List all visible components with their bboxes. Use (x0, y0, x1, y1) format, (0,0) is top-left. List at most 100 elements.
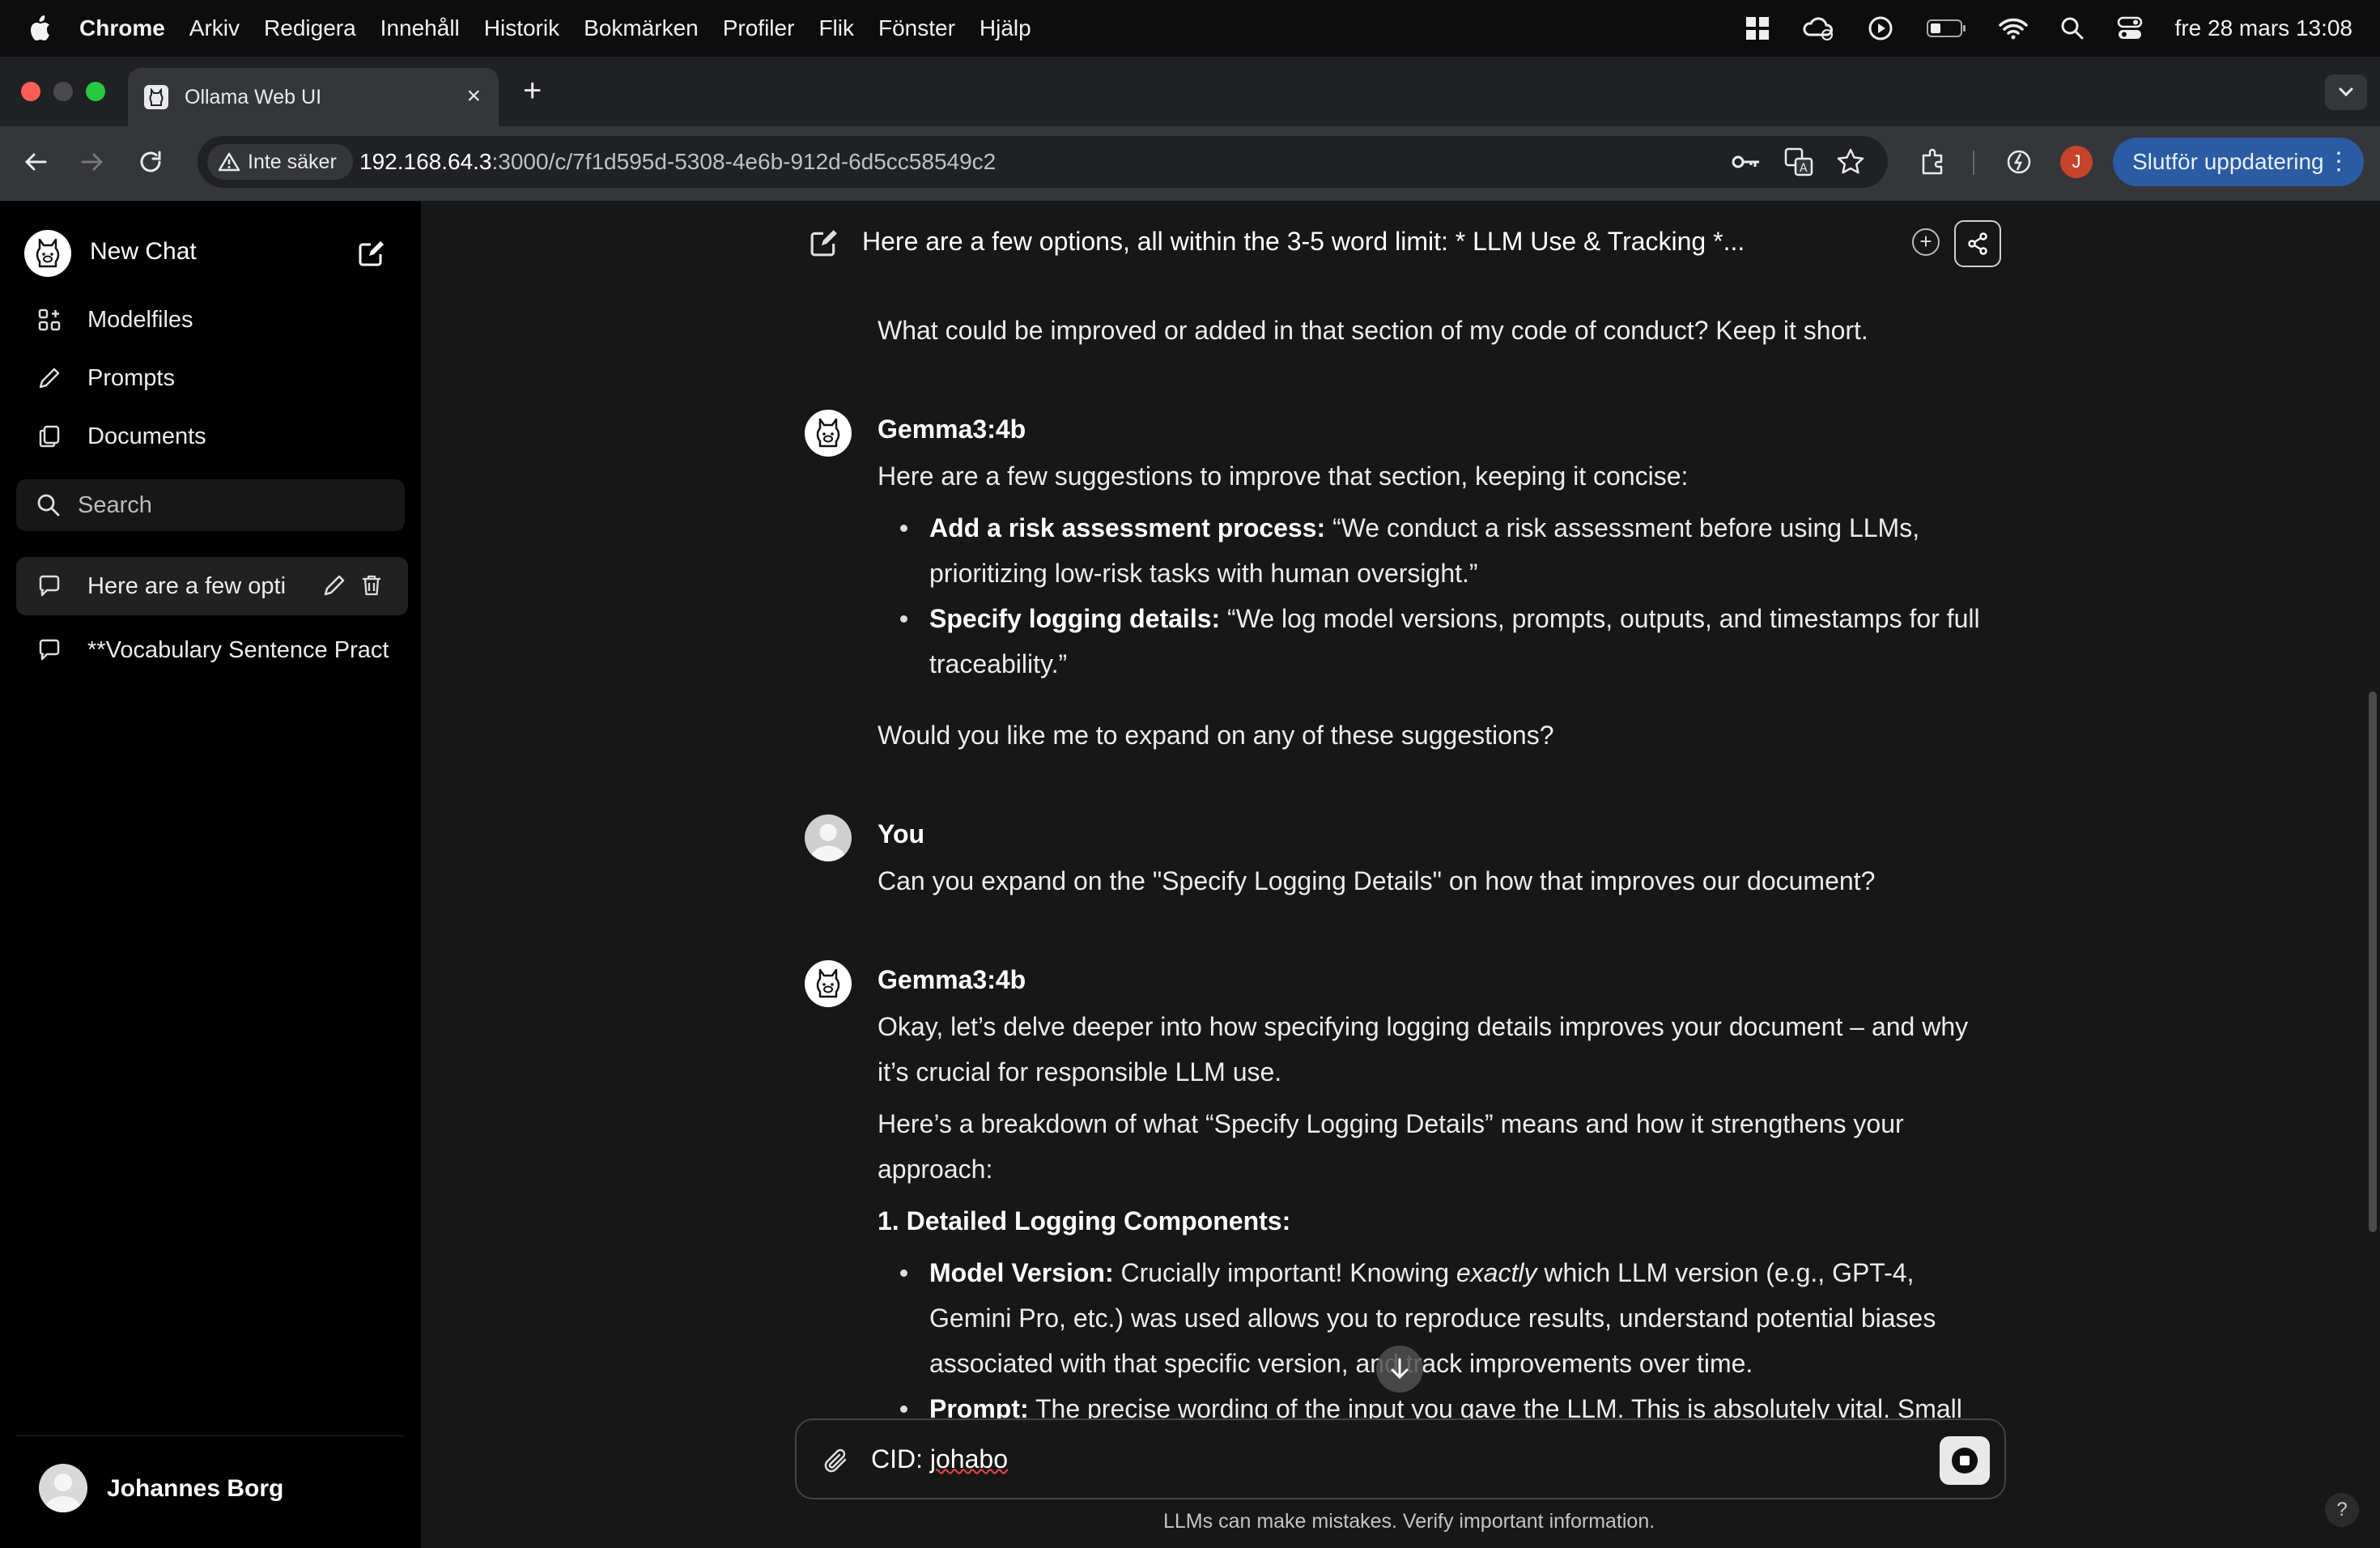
user-message-text: Can you expand on the "Specify Logging D… (878, 866, 1876, 895)
security-chip[interactable]: Inte säker (207, 144, 353, 180)
list-item-emphasis: exactly (1456, 1258, 1537, 1287)
wifi-icon[interactable] (1998, 17, 2028, 40)
stop-generation-button[interactable] (1940, 1436, 1990, 1485)
message-input-text: CID: johabo (871, 1444, 1008, 1474)
rename-chat-icon[interactable] (322, 573, 346, 598)
user-avatar[interactable] (39, 1464, 87, 1512)
reload-icon[interactable] (136, 147, 165, 176)
close-tab-icon[interactable]: × (466, 84, 481, 108)
extensions-icon[interactable] (1919, 147, 1948, 176)
user-name[interactable]: Johannes Borg (107, 1475, 283, 1503)
chat-bubble-icon (36, 572, 63, 600)
menu-app-name[interactable]: Chrome (79, 15, 165, 41)
chat-list-item[interactable]: Here are a few opti (16, 558, 291, 615)
chat-bubble-icon (36, 636, 63, 664)
menu-historik[interactable]: Historik (484, 15, 559, 41)
toolbar-divider (1973, 151, 1974, 175)
bookmark-star-icon[interactable] (1836, 147, 1865, 176)
window-close-button[interactable] (21, 82, 40, 101)
arrow-down-icon (1391, 1358, 1409, 1380)
list-item-text: “We log model versions, prompts, outputs… (1227, 604, 1980, 633)
sidebar-item-label: Modelfiles (87, 306, 193, 333)
pencil-icon (36, 364, 63, 392)
apple-icon[interactable] (28, 15, 52, 42)
menu-innehall[interactable]: Innehåll (380, 15, 460, 41)
battery-icon[interactable] (1926, 18, 1966, 39)
input-prefix: CID: (871, 1444, 930, 1474)
list-item: Add a risk assessment process: “We condu… (929, 505, 1919, 551)
bot-message-text: approach: (878, 1155, 993, 1184)
scroll-to-bottom-button[interactable] (1376, 1346, 1423, 1393)
share-button[interactable] (1954, 220, 2001, 267)
tab-search-button[interactable] (2325, 74, 2367, 110)
play-icon[interactable] (1868, 15, 1893, 41)
add-icon[interactable]: + (1912, 228, 1940, 256)
search-input[interactable]: Search (16, 479, 405, 531)
profile-avatar[interactable]: J (2060, 146, 2093, 178)
menu-arkiv[interactable]: Arkiv (189, 15, 240, 41)
window-maximize-button[interactable] (86, 82, 105, 101)
chat-title: Here are a few opti (87, 572, 287, 599)
finish-update-button[interactable]: Slutför uppdatering ⋮ (2113, 138, 2364, 186)
chat-title: **Vocabulary Sentence Pract (87, 636, 389, 663)
menu-profiler[interactable]: Profiler (723, 15, 795, 41)
kebab-menu-icon: ⋮ (2327, 148, 2351, 175)
list-item-text: “We conduct a risk assessment before usi… (1332, 513, 1920, 542)
menu-redigera[interactable]: Redigera (264, 15, 356, 41)
documents-icon (36, 423, 63, 450)
compose-icon[interactable] (810, 228, 839, 257)
cloud-sync-icon[interactable] (1802, 15, 1835, 41)
scrollbar[interactable] (2369, 691, 2377, 1232)
ollama-favicon (144, 85, 168, 109)
list-item: Specify logging details: “We log model v… (929, 596, 1980, 641)
password-key-icon[interactable] (1731, 151, 1762, 173)
window-minimize-button[interactable] (53, 82, 73, 101)
sidebar-item-documents[interactable]: Documents (16, 408, 408, 465)
compose-icon[interactable] (358, 240, 385, 267)
finish-update-label: Slutför uppdatering (2132, 149, 2324, 174)
list-item-text: Crucially important! Knowing (1120, 1258, 1449, 1287)
list-item-continuation: traceability.” (929, 649, 1068, 678)
search-placeholder: Search (78, 492, 152, 518)
bot-message-text: Here are a few suggestions to improve th… (878, 461, 1689, 491)
message-input[interactable]: CID: johabo (795, 1418, 2006, 1499)
sidebar-item-label: Documents (87, 423, 206, 449)
spotlight-search-icon[interactable] (2060, 16, 2085, 40)
window-grid-icon[interactable] (1745, 15, 1770, 41)
list-item: Prompt: The precise wording of the input… (929, 1386, 1962, 1418)
stop-icon (1952, 1448, 1978, 1474)
browser-tab-active[interactable]: Ollama Web UI × (128, 68, 499, 126)
macos-menubar: Chrome Arkiv Redigera Innehåll Historik … (0, 0, 2380, 57)
menu-flik[interactable]: Flik (818, 15, 854, 41)
menu-hjalp[interactable]: Hjälp (980, 15, 1031, 41)
menu-fonster[interactable]: Fönster (878, 15, 955, 41)
sidebar-item-modelfiles[interactable]: Modelfiles (16, 291, 408, 348)
url-text[interactable]: 192.168.64.3:3000/c/7f1d595d-5308-4e6b-9… (359, 146, 996, 178)
chat-list-item[interactable]: **Vocabulary Sentence Pract (16, 622, 408, 678)
bot-message-text: it’s crucial for responsible LLM use. (878, 1057, 1282, 1087)
translate-icon[interactable]: A (1784, 147, 1813, 176)
new-chat-button[interactable]: New Chat (90, 238, 197, 266)
back-icon[interactable] (21, 147, 50, 176)
delete-chat-icon[interactable] (359, 573, 384, 598)
section-heading: 1. Detailed Logging Components: (878, 1206, 1291, 1235)
control-center-icon[interactable] (2117, 16, 2143, 40)
bot-name: Gemma3:4b (878, 965, 1026, 994)
paperclip-icon[interactable] (821, 1446, 850, 1475)
bot-message-text: Would you like me to expand on any of th… (878, 721, 1554, 750)
sidebar-divider (16, 1435, 405, 1436)
url-path: :3000/c/7f1d595d-5308-4e6b-912d-6d5cc585… (491, 149, 997, 174)
performance-icon[interactable] (2004, 147, 2034, 176)
ollama-logo (24, 230, 71, 277)
menubar-clock[interactable]: fre 28 mars 13:08 (2175, 15, 2352, 41)
security-label: Inte säker (248, 151, 337, 173)
help-button[interactable]: ? (2325, 1493, 2359, 1527)
sidebar-item-prompts[interactable]: Prompts (16, 350, 408, 406)
tab-title: Ollama Web UI (185, 85, 322, 108)
sidebar-item-label: Prompts (87, 364, 175, 391)
chevron-down-icon (2339, 87, 2353, 97)
forward-icon[interactable] (78, 147, 107, 176)
menu-bokmarken[interactable]: Bokmärken (584, 15, 699, 41)
new-tab-button[interactable]: + (523, 74, 542, 107)
bot-avatar (805, 410, 852, 457)
